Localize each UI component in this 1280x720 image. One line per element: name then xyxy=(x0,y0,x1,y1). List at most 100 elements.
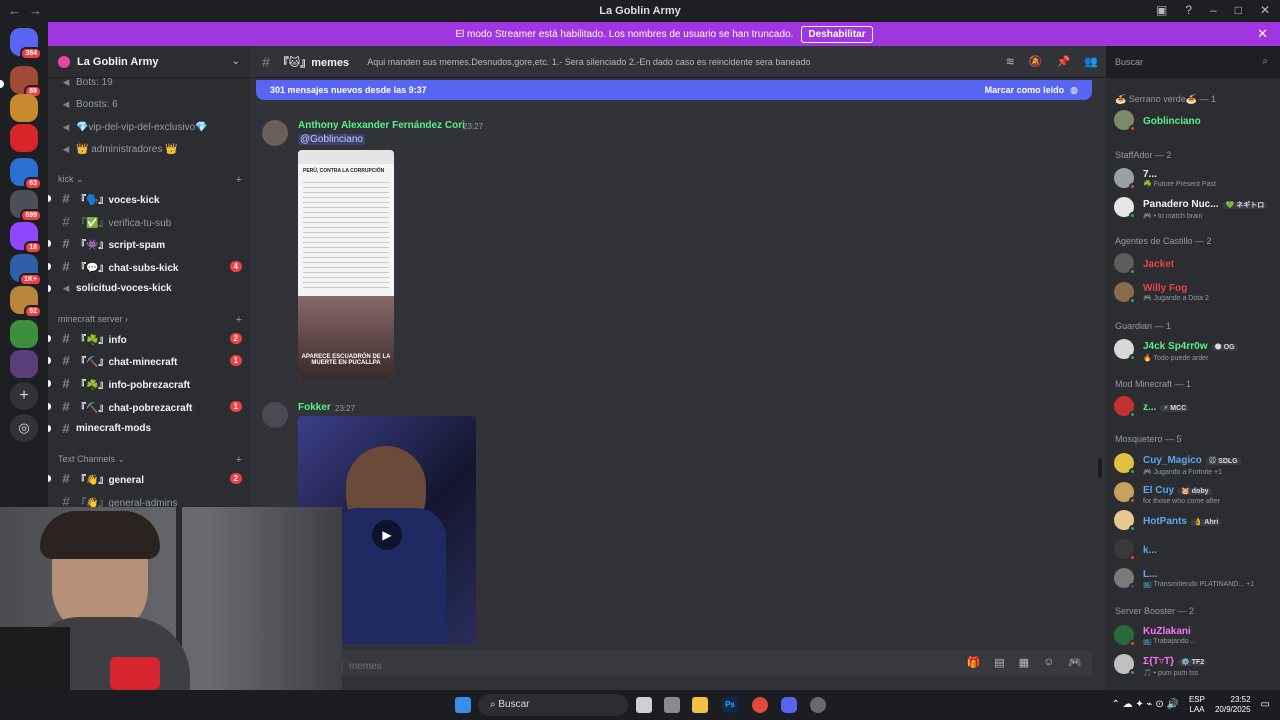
threads-icon[interactable]: ≋ xyxy=(1006,55,1015,68)
member-list-icon[interactable]: 👥 xyxy=(1084,55,1098,68)
minimize-icon[interactable]: – xyxy=(1210,3,1217,17)
category-minecraft[interactable]: minecraft server › + xyxy=(58,314,242,326)
member-item[interactable]: HotPants 👌 Ahri xyxy=(1114,506,1276,534)
system-tray[interactable]: ⌃ ☁ ✦ ⌁ ⊙ 🔊 ESP LAA 23:52 20/9/2025 ▭ xyxy=(1111,695,1270,715)
server-icon[interactable]: 92 xyxy=(10,286,42,318)
channel-item[interactable]: # 『👾』script-spam xyxy=(48,233,246,253)
member-item[interactable]: Goblinciano xyxy=(1114,106,1276,134)
channel-item[interactable]: # 『⛏️』chat-minecraft 1 xyxy=(48,350,246,370)
close-window-icon[interactable]: ✕ xyxy=(1260,3,1270,17)
play-icon[interactable]: ▶ xyxy=(372,520,402,550)
category-text-channels[interactable]: Text Channels ⌄ + xyxy=(58,454,242,466)
member-item[interactable]: Cuy_Magico 🐭 SDLG 🎮 Jugando a Fortnite +1 xyxy=(1114,449,1276,477)
add-channel-icon[interactable]: + xyxy=(236,454,242,466)
add-channel-icon[interactable]: + xyxy=(236,174,242,186)
obs-icon[interactable] xyxy=(810,697,826,713)
channel-item[interactable]: ◂ solicitud-voces-kick xyxy=(48,278,246,298)
channel-item[interactable]: ◂ 👑 administradores 👑 xyxy=(56,139,246,159)
member-item[interactable]: Panadero Nuc... 💚 ネギトロ 🎮 • to match brain xyxy=(1114,193,1276,221)
channel-item[interactable]: ◂ 💎vip-del-vip-del-exclusivo💎 xyxy=(56,117,246,137)
member-item[interactable]: KuZlakani 📺 Trabajando ... xyxy=(1114,621,1276,649)
sticker-icon[interactable]: ▦ xyxy=(1019,656,1029,669)
add-channel-icon[interactable]: + xyxy=(236,314,242,326)
member-item[interactable]: 7... ☘️ Future Present Past xyxy=(1114,164,1276,192)
server-icon[interactable]: 89 xyxy=(10,66,42,98)
member-item[interactable]: L... 📺 Transmitiendo PLATINAND... +1 xyxy=(1114,564,1276,592)
tray-icons[interactable]: ⌃ ☁ ✦ ⌁ ⊙ 🔊 xyxy=(1111,700,1179,710)
gif-icon[interactable]: ▤ xyxy=(994,656,1004,669)
task-view-icon[interactable] xyxy=(636,697,652,713)
emoji-icon[interactable]: ☺ xyxy=(1043,656,1054,669)
channel-item[interactable]: ◂ Boosts: 6 xyxy=(56,94,246,114)
server-icon[interactable]: 18 xyxy=(10,222,42,254)
channel-topic[interactable]: Aqui manden sus memes.Desnudos,gore,etc.… xyxy=(367,57,810,67)
scrollbar[interactable] xyxy=(1098,458,1102,478)
disable-streamer-button[interactable]: Deshabilitar xyxy=(801,25,873,43)
discord-icon[interactable] xyxy=(781,697,797,713)
user-mention[interactable]: @Goblinciano xyxy=(298,134,365,145)
chevron-down-icon[interactable]: ⌄ xyxy=(232,56,240,67)
member-item[interactable]: J4ck Sp4rr0w 🌑 OG 🔥 Todo puede arder xyxy=(1114,335,1276,363)
channel-item[interactable]: # 『⛏️』chat-pobrezacraft 1 xyxy=(48,396,246,416)
member-tag: ⚙️ TF2 xyxy=(1178,659,1208,666)
member-item[interactable]: Σ{T▿T} ⚙️ TF2 🎵 • pum pum tss xyxy=(1114,650,1276,678)
server-icon[interactable]: 699 xyxy=(10,190,42,222)
channel-label: 『⛏️』chat-minecraft xyxy=(76,356,178,368)
server-badge: 92 xyxy=(24,305,42,318)
member-item[interactable]: Willy Fog 🎮 Jugando a Dota 2 xyxy=(1114,278,1276,306)
server-icon[interactable] xyxy=(10,350,38,378)
member-tag: 👌 Ahri xyxy=(1190,519,1222,526)
server-icon[interactable] xyxy=(10,320,38,348)
channel-item[interactable]: # 『☘️』info-pobrezacraft xyxy=(48,373,246,393)
search-input[interactable]: Buscar ⌕ xyxy=(1108,52,1274,72)
member-item[interactable]: k... xyxy=(1114,535,1276,563)
category-kick[interactable]: kick ⌄ + xyxy=(58,174,242,186)
channel-item[interactable]: # 『👋』general 2 xyxy=(48,468,246,488)
inbox-icon[interactable]: ▣ xyxy=(1156,3,1167,17)
member-item[interactable]: z... ⚡ MCC xyxy=(1114,392,1276,420)
message-author[interactable]: Anthony Alexander Fernández Cori xyxy=(298,120,465,131)
avatar[interactable] xyxy=(262,120,288,146)
file-explorer-icon[interactable] xyxy=(692,697,708,713)
home-button[interactable]: 384 xyxy=(10,28,42,60)
help-icon[interactable]: ? xyxy=(1185,3,1192,17)
guild-name: La Goblin Army xyxy=(77,55,159,68)
new-messages-bar[interactable]: 301 mensajes nuevos desde las 9:37 Marca… xyxy=(256,80,1092,100)
close-icon[interactable]: ✕ xyxy=(1257,26,1268,42)
pin-icon[interactable]: 📌 xyxy=(1057,55,1071,68)
server-icon[interactable] xyxy=(10,94,38,122)
member-item[interactable]: Jacket xyxy=(1114,249,1276,277)
notifications-icon[interactable]: ▭ xyxy=(1261,700,1270,710)
channel-item[interactable]: # 『☘️』info 2 xyxy=(48,328,246,348)
channel-item[interactable]: # minecraft-mods xyxy=(48,418,246,438)
channel-item[interactable]: # 『✅』verifica-tu-sub xyxy=(56,211,246,231)
server-badge: 18 xyxy=(24,241,42,254)
stats-icon: ◂ xyxy=(62,74,70,89)
channel-item[interactable]: # 『💬』chat-subs-kick 4 xyxy=(48,256,246,276)
add-server-icon[interactable]: + xyxy=(10,382,38,410)
channel-item[interactable]: # 『🗣️』voces-kick xyxy=(48,188,246,208)
avatar[interactable] xyxy=(262,402,288,428)
message-input[interactable]: nsaje a #『🐱』memes 🎁 ▤ ▦ ☺ 🎮 xyxy=(266,650,1092,676)
server-badge: 63 xyxy=(24,177,42,190)
hash-icon: # xyxy=(62,375,70,391)
message-author[interactable]: Fokker xyxy=(298,402,331,413)
channel-item[interactable]: ◂ Bots: 19 xyxy=(56,72,246,92)
app-icon[interactable] xyxy=(664,697,680,713)
mention-badge: 1 xyxy=(229,354,242,366)
server-icon[interactable]: 1K+ xyxy=(10,254,42,286)
notifications-muted-icon[interactable]: 🔕 xyxy=(1029,55,1043,68)
member-item[interactable]: El Cuy 🐹 doby for those who come after xyxy=(1114,478,1276,506)
gift-icon[interactable]: 🎁 xyxy=(967,656,981,669)
server-icon[interactable] xyxy=(10,124,38,152)
server-icon[interactable]: 63 xyxy=(10,158,42,190)
taskbar-search[interactable]: ⌕ Buscar xyxy=(478,694,628,716)
apps-icon[interactable]: 🎮 xyxy=(1068,656,1082,669)
image-attachment[interactable]: PERÚ, CONTRA LA CORRUPCIÓN APARECE ESCUA… xyxy=(298,150,394,378)
windows-start-icon[interactable] xyxy=(455,697,471,713)
discover-icon[interactable]: ◎ xyxy=(10,414,38,442)
maximize-icon[interactable]: □ xyxy=(1235,3,1242,17)
photoshop-icon[interactable]: Ps xyxy=(722,697,738,713)
chrome-icon[interactable] xyxy=(752,697,768,713)
mark-read-button[interactable]: Marcar como leído xyxy=(985,85,1065,95)
